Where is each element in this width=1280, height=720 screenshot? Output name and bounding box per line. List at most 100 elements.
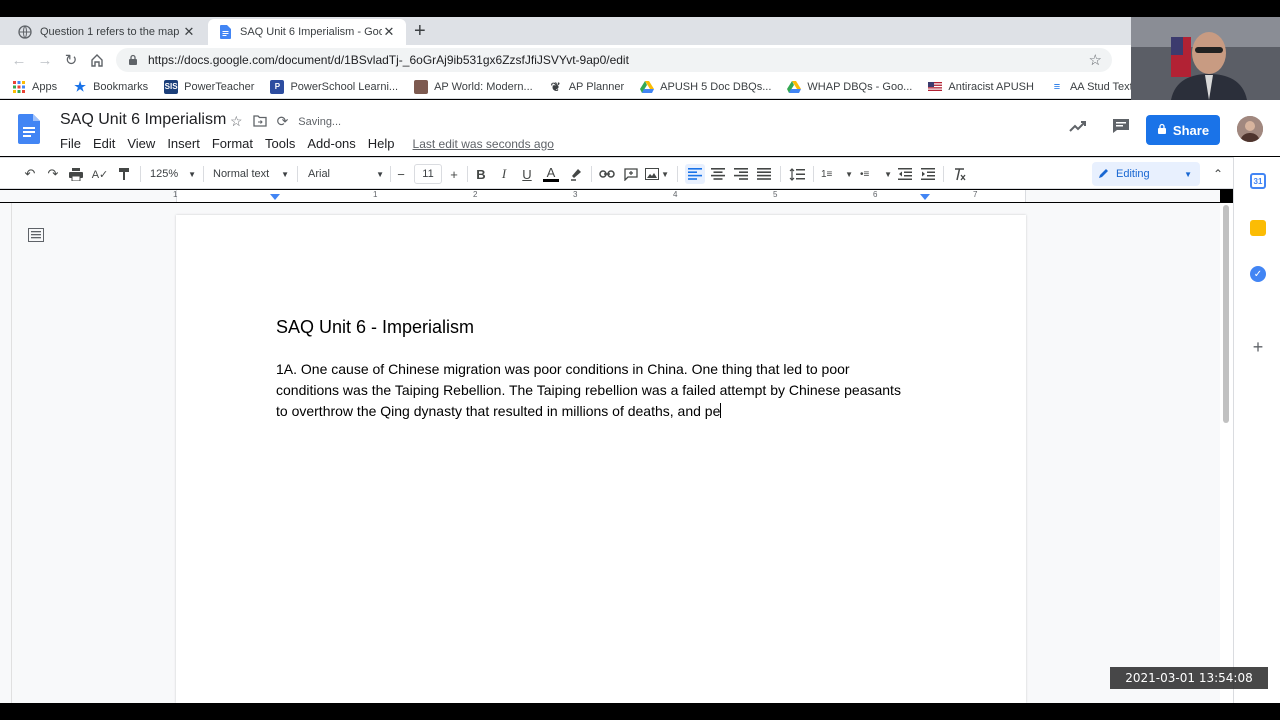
collapse-menus-icon[interactable]: ⌃ [1210, 164, 1226, 184]
justify-icon[interactable] [756, 164, 772, 184]
home-icon[interactable] [88, 51, 106, 69]
left-indent-marker[interactable] [270, 194, 280, 200]
italic-icon[interactable]: I [496, 164, 512, 184]
align-center-icon[interactable] [710, 164, 726, 184]
back-icon[interactable]: ← [10, 51, 28, 69]
webcam-overlay [1131, 17, 1280, 100]
format-toolbar: ↶ ↷ A✓ 125% ▼ Normal text ▼ Arial ▼ − 11… [0, 157, 1233, 189]
bold-icon[interactable]: B [473, 164, 489, 184]
new-tab-icon[interactable]: + [414, 21, 426, 41]
bookmark-ap-world[interactable]: AP World: Modern... [414, 79, 533, 94]
text-color-icon[interactable]: A [542, 164, 560, 184]
last-edit-link[interactable]: Last edit was seconds ago [413, 137, 554, 151]
docs-logo-icon[interactable] [18, 114, 40, 144]
document-outline-icon[interactable] [28, 228, 44, 242]
bookmark-bookmarks[interactable]: ★ Bookmarks [73, 79, 148, 94]
star-icon[interactable]: ☆ [230, 113, 243, 130]
insert-image-icon[interactable]: ▼ [645, 164, 669, 184]
keep-icon[interactable] [1250, 220, 1266, 236]
insert-link-icon[interactable] [598, 164, 616, 184]
menu-add-ons[interactable]: Add-ons [307, 136, 355, 151]
bookmark-star-icon[interactable]: ☆ [1089, 51, 1102, 69]
caret-down-icon: ▼ [188, 169, 196, 179]
highlight-icon[interactable] [568, 164, 584, 184]
right-indent-marker[interactable] [920, 194, 930, 200]
decrease-indent-icon[interactable] [897, 164, 913, 184]
menu-insert[interactable]: Insert [167, 136, 200, 151]
increase-font-size-icon[interactable]: + [447, 164, 461, 184]
toolbar-divider [591, 166, 592, 182]
ruler-number: 1 [173, 190, 178, 199]
tab-question-1[interactable]: Question 1 refers to the map bel ✕ [8, 19, 206, 45]
bottom-letterbox [0, 703, 1280, 720]
sync-icon: ⟳ [276, 113, 289, 129]
move-folder-icon[interactable] [252, 114, 267, 130]
increase-indent-icon[interactable] [920, 164, 936, 184]
font-select[interactable]: Arial ▼ [308, 164, 384, 184]
tab-saq-unit-6[interactable]: SAQ Unit 6 Imperialism - Google ✕ [208, 19, 406, 45]
menu-edit[interactable]: Edit [93, 136, 115, 151]
menu-view[interactable]: View [127, 136, 155, 151]
toolbar-divider [780, 166, 781, 182]
activity-trend-icon[interactable] [1068, 116, 1088, 136]
menu-help[interactable]: Help [368, 136, 395, 151]
bookmark-antiracist-apush[interactable]: Antiracist APUSH [928, 80, 1034, 94]
document-title[interactable]: SAQ Unit 6 Imperialism [60, 111, 226, 129]
bookmark-apps[interactable]: Apps [12, 80, 57, 94]
editing-mode-select[interactable]: Editing ▼ [1092, 162, 1200, 186]
paragraph-style-select[interactable]: Normal text ▼ [213, 164, 289, 184]
caret-down-icon: ▼ [376, 169, 384, 179]
clear-formatting-icon[interactable] [951, 164, 967, 184]
toolbar-divider [467, 166, 468, 182]
font-value: Arial [308, 168, 331, 180]
print-icon[interactable] [68, 164, 84, 184]
numbered-list-icon[interactable]: 1≡ ▼ [821, 164, 853, 184]
share-button[interactable]: Share [1146, 115, 1220, 145]
align-left-icon[interactable] [685, 164, 705, 184]
bookmark-ap-planner[interactable]: ❦ AP Planner [549, 80, 624, 94]
reload-icon[interactable]: ↻ [62, 51, 80, 69]
document-paragraph[interactable]: 1A. One cause of Chinese migration was p… [276, 359, 916, 422]
style-value: Normal text [213, 168, 270, 180]
bookmark-powerteacher[interactable]: SIS PowerTeacher [164, 79, 254, 94]
paint-format-icon[interactable] [116, 164, 132, 184]
tasks-icon[interactable]: ✓ [1250, 266, 1266, 282]
zoom-select[interactable]: 125% ▼ [150, 164, 196, 184]
bulleted-list-icon[interactable]: •≡ ▼ [860, 164, 892, 184]
close-tab-icon[interactable]: ✕ [382, 24, 396, 40]
scrollbar-thumb[interactable] [1223, 205, 1229, 423]
mode-label: Editing [1116, 168, 1150, 180]
caret-down-icon: ▼ [1184, 169, 1192, 179]
calendar-icon[interactable]: 31 [1250, 173, 1266, 189]
forward-icon[interactable]: → [36, 51, 54, 69]
bookmark-label: Antiracist APUSH [948, 80, 1034, 93]
menu-format[interactable]: Format [212, 136, 253, 151]
bookmark-apush-dbqs[interactable]: APUSH 5 Doc DBQs... [640, 80, 771, 94]
ruler-number: 5 [773, 190, 778, 199]
underline-icon[interactable]: U [519, 164, 535, 184]
undo-icon[interactable]: ↶ [22, 164, 38, 184]
redo-icon[interactable]: ↷ [45, 164, 61, 184]
vertical-scrollbar[interactable] [1220, 203, 1233, 703]
add-comment-icon[interactable] [622, 164, 640, 184]
bookmark-whap-dbqs[interactable]: WHAP DBQs - Goo... [787, 80, 912, 94]
add-addon-icon[interactable]: + [1250, 337, 1266, 357]
recording-timestamp: 2021-03-01 13:54:08 [1110, 667, 1268, 689]
flag-icon [928, 80, 943, 94]
close-tab-icon[interactable]: ✕ [182, 24, 196, 40]
paragraph-text: 1A. One cause of Chinese migration was p… [276, 361, 901, 419]
avatar[interactable] [1237, 116, 1263, 142]
align-right-icon[interactable] [733, 164, 749, 184]
document-heading[interactable]: SAQ Unit 6 - Imperialism [276, 317, 474, 338]
bookmark-powerschool[interactable]: P PowerSchool Learni... [270, 79, 398, 94]
spellcheck-icon[interactable]: A✓ [92, 164, 109, 184]
menu-file[interactable]: File [60, 136, 81, 151]
decrease-font-size-icon[interactable]: − [394, 164, 408, 184]
line-spacing-icon[interactable] [788, 164, 806, 184]
comment-icon[interactable] [1111, 116, 1131, 136]
text-cursor [720, 403, 722, 418]
font-size-input[interactable]: 11 [414, 164, 442, 184]
document-page[interactable]: SAQ Unit 6 - Imperialism 1A. One cause o… [176, 215, 1026, 703]
address-bar[interactable]: https://docs.google.com/document/d/1BSvl… [116, 48, 1112, 72]
menu-tools[interactable]: Tools [265, 136, 295, 151]
